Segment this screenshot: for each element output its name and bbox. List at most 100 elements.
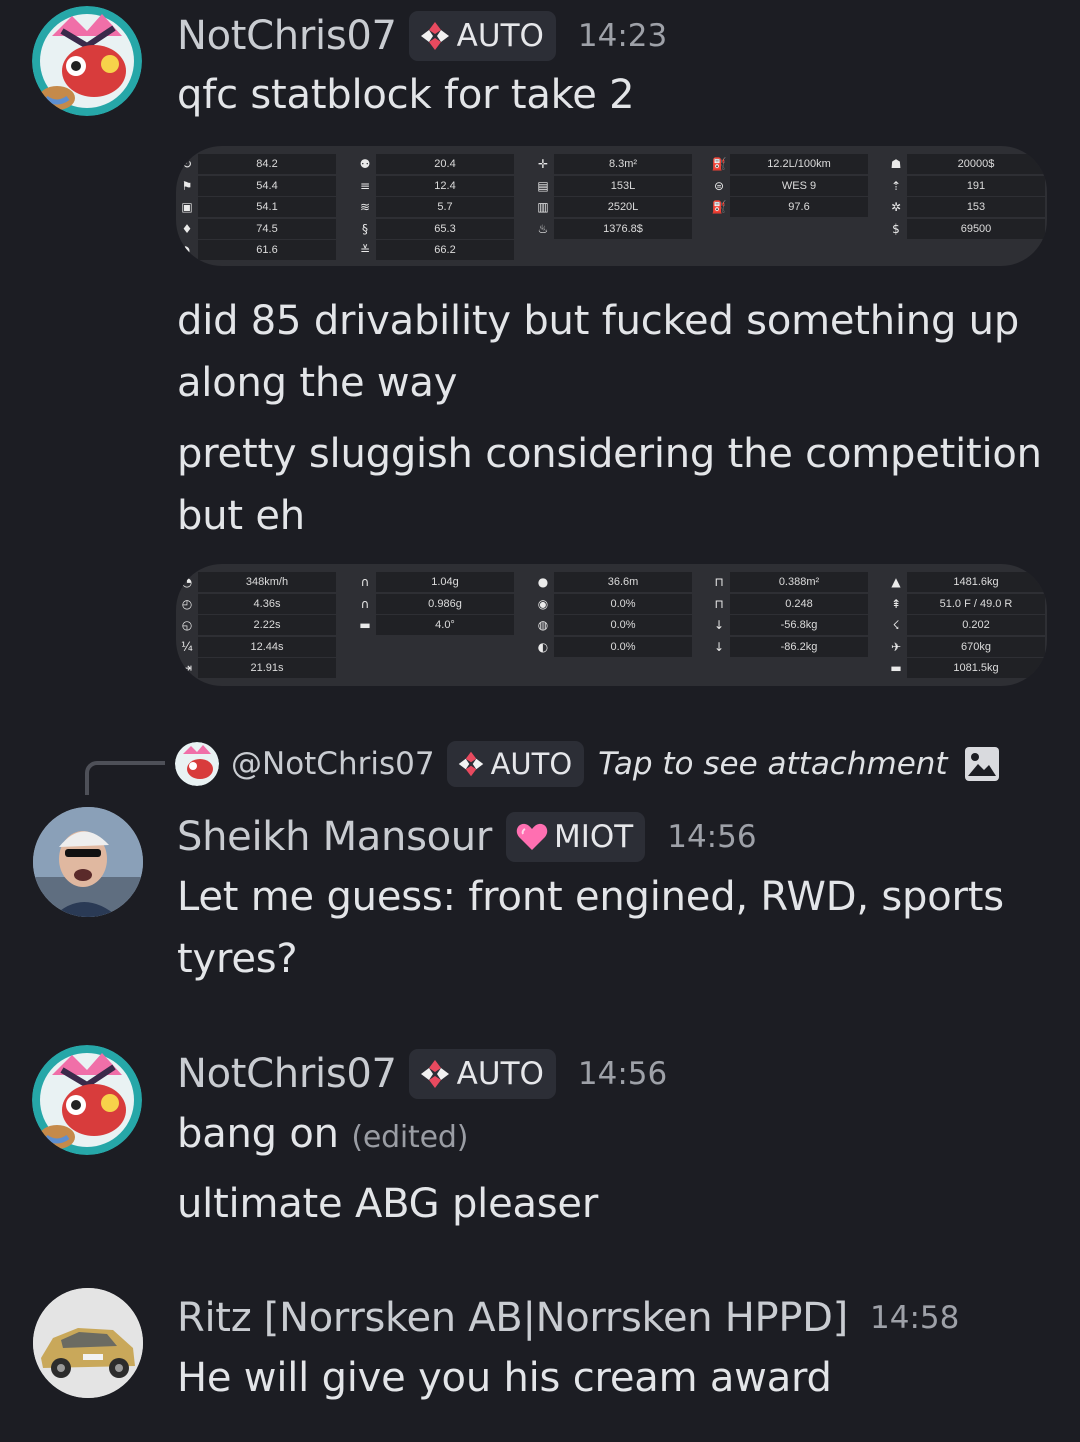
stat-value: 12.44s <box>198 636 336 657</box>
stat-icon: ∩ <box>360 575 370 589</box>
reply-reference[interactable]: @NotChris07 AUTO Tap to see attachment <box>175 740 1000 788</box>
message-text: pretty sluggish considering the competit… <box>177 431 1042 477</box>
clan-tag[interactable]: AUTO <box>408 11 556 61</box>
stat-row: ✈ 670kg <box>885 636 1045 658</box>
stat-icon: ♨ <box>537 221 549 236</box>
stat-column: ⚉ 20.4 ≡ 12.4 ≋ 5.7 § 65.3 ≚ 66.2 <box>354 153 514 261</box>
stat-value: 348km/h <box>198 572 336 592</box>
stat-value: WES 9 <box>730 175 868 196</box>
stat-icon: ∩ <box>360 596 370 611</box>
stat-value: 0.0% <box>554 636 692 657</box>
stat-row: ▣ 54.1 <box>176 196 336 218</box>
stat-value: 2520L <box>554 197 692 218</box>
stat-row: ☇ 0.202 <box>885 614 1045 636</box>
stat-row: ∩ 0.986g <box>354 593 514 615</box>
tag-label: AUTO <box>456 18 544 54</box>
stat-icon: ● <box>537 575 549 589</box>
stat-icon: ▬ <box>359 618 371 633</box>
stat-icon: ⊜ <box>713 178 725 193</box>
stat-column: ⛽ 12.2L/100km ⊜ WES 9 ⛽ 97.6 <box>708 153 868 218</box>
stat-column: ∩ 1.04g ∩ 0.986g ▬ 4.0° <box>354 571 514 636</box>
stat-row: ≡ 12.4 <box>354 175 514 197</box>
message-text: but eh <box>177 493 305 539</box>
statblock-image-1[interactable]: ↻ 84.2 ⚑ 54.4 ▣ 54.1 ♦ 74.5 ◗ 61.6 ⚉ 20.4 ≡ 12.… <box>176 146 1047 266</box>
stat-icon: ⚉ <box>359 157 371 171</box>
tag-label: AUTO <box>456 1056 544 1092</box>
stat-value: 69500 <box>907 218 1045 239</box>
stat-row: ⛽ 97.6 <box>708 196 868 218</box>
stat-icon: ↻ <box>181 157 193 171</box>
avatar[interactable] <box>33 807 143 917</box>
username[interactable]: NotChris07 <box>177 13 397 59</box>
stat-value: 191 <box>907 175 1045 196</box>
stat-row: ♦ 74.5 <box>176 218 336 240</box>
stat-row: ▬ 1081.5kg <box>885 657 1045 679</box>
clan-tag[interactable]: AUTO <box>446 741 585 787</box>
message-header: Sheikh Mansour MIOT 14:56 <box>177 810 757 864</box>
stat-row: ◔ 348km/h <box>176 571 336 593</box>
stat-row: ⊓ 0.248 <box>708 593 868 615</box>
stat-row: ≋ 5.7 <box>354 196 514 218</box>
stat-column: ▲ 1481.6kg ⇞ 51.0 F / 49.0 R ☇ 0.202 ✈ 670kg… <box>885 571 1045 679</box>
diamond-icon <box>420 22 449 50</box>
stat-row: ◴ 4.36s <box>176 593 336 615</box>
clan-tag[interactable]: MIOT <box>505 812 646 862</box>
message-text: bang on (edited) <box>177 1103 468 1169</box>
reply-connector <box>85 761 165 795</box>
stat-row: ✲ 153 <box>885 196 1045 218</box>
stat-row: ◐ 0.0% <box>532 636 692 658</box>
stat-icon: ◗ <box>183 243 191 258</box>
stat-icon: ↓ <box>713 639 725 654</box>
stat-row: ⚉ 20.4 <box>354 153 514 175</box>
stat-icon: ⚑ <box>181 178 193 193</box>
stat-value: 670kg <box>907 636 1045 657</box>
username[interactable]: Sheikh Mansour <box>177 814 492 860</box>
stat-icon: ✛ <box>537 157 549 171</box>
stat-value: 0.986g <box>376 593 514 614</box>
stat-icon: ☇ <box>892 618 900 633</box>
stat-value: 66.2 <box>376 240 514 261</box>
reply-preview-text[interactable]: Tap to see attachment <box>598 746 947 782</box>
stat-value: 0.0% <box>554 615 692 636</box>
stat-value: 2.22s <box>198 615 336 636</box>
statblock-image-2[interactable]: ◔ 348km/h ◴ 4.36s ◵ 2.22s ¼ 12.44s ⇥ 21.91s ∩… <box>176 564 1047 686</box>
stat-row: ↓ -56.8kg <box>708 614 868 636</box>
message-header: NotChris07 AUTO 14:56 <box>177 1047 667 1101</box>
stat-column: ↻ 84.2 ⚑ 54.4 ▣ 54.1 ♦ 74.5 ◗ 61.6 <box>176 153 336 261</box>
stat-value: 1376.8$ <box>554 218 692 239</box>
stat-value: 0.202 <box>907 615 1045 636</box>
stat-icon: ≡ <box>359 178 371 193</box>
avatar[interactable] <box>32 1045 142 1155</box>
stat-icon: ⇥ <box>181 661 193 676</box>
stat-icon: ⇞ <box>890 596 902 611</box>
stat-value: 8.3m² <box>554 154 692 174</box>
reply-username[interactable]: @NotChris07 <box>231 746 435 782</box>
stat-value: 54.4 <box>198 175 336 196</box>
stat-icon: ◐ <box>537 639 549 654</box>
stat-value: 54.1 <box>198 197 336 218</box>
stat-column: ✛ 8.3m² ▤ 153L ▥ 2520L ♨ 1376.8$ <box>532 153 692 239</box>
stat-icon: ▤ <box>537 178 549 193</box>
stat-value: 0.0% <box>554 593 692 614</box>
message-text: tyres? <box>177 936 298 982</box>
message-text: qfc statblock for take 2 <box>177 72 635 118</box>
timestamp: 14:56 <box>577 1056 668 1092</box>
stat-icon: ≚ <box>359 243 371 258</box>
avatar[interactable] <box>33 1288 143 1398</box>
stat-value: -56.8kg <box>730 615 868 636</box>
stat-icon: ◴ <box>181 596 193 611</box>
username[interactable]: Ritz [Norrsken AB|Norrsken HPPD] <box>177 1295 848 1341</box>
stat-row: ⛽ 12.2L/100km <box>708 153 868 175</box>
stat-column: ⊓ 0.388m² ⊓ 0.248 ↓ -56.8kg ↓ -86.2kg <box>708 571 868 657</box>
avatar[interactable] <box>32 6 142 116</box>
stat-icon: ☗ <box>890 157 902 171</box>
stat-column: ◔ 348km/h ◴ 4.36s ◵ 2.22s ¼ 12.44s ⇥ 21.91s <box>176 571 336 679</box>
message-header: Ritz [Norrsken AB|Norrsken HPPD] 14:58 <box>177 1291 959 1345</box>
clan-tag[interactable]: AUTO <box>408 1049 556 1099</box>
stat-row: ↻ 84.2 <box>176 153 336 175</box>
stat-column: ● 36.6m ◉ 0.0% ◍ 0.0% ◐ 0.0% <box>532 571 692 657</box>
stat-value: 74.5 <box>198 218 336 239</box>
stat-value: 1081.5kg <box>907 658 1045 679</box>
stat-value: 0.388m² <box>730 572 868 592</box>
username[interactable]: NotChris07 <box>177 1051 397 1097</box>
